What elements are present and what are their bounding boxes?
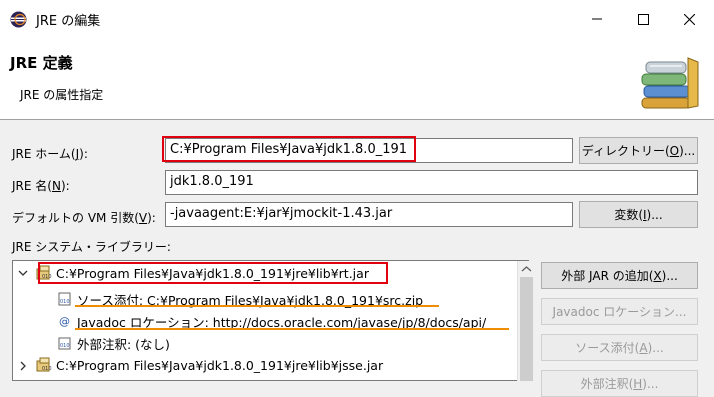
variables-button[interactable]: 変数(I)... bbox=[579, 201, 698, 228]
page-title: JRE 定義 bbox=[10, 54, 73, 72]
library-books-icon bbox=[641, 57, 699, 109]
svg-text:010: 010 bbox=[42, 274, 52, 280]
minimize-button[interactable] bbox=[574, 0, 620, 38]
vm-args-input[interactable]: -javaagent:E:¥jar¥jmockit-1.43.jar bbox=[165, 202, 573, 227]
jre-home-input[interactable]: C:¥Program Files¥Java¥jdk1.8.0_191 bbox=[165, 138, 573, 163]
libraries-label: JRE システム・ライブラリー: bbox=[12, 240, 171, 254]
minimize-icon bbox=[592, 18, 602, 20]
tree-item-source-attachment[interactable]: 010 ソース添付: C:¥Program Files¥Java¥jdk1.8.… bbox=[56, 288, 423, 310]
expand-toggle[interactable] bbox=[17, 360, 29, 372]
tree-item-rt-jar[interactable]: 010 C:¥Program Files¥Java¥jdk1.8.0_191¥j… bbox=[35, 262, 369, 284]
maximize-button[interactable] bbox=[620, 0, 666, 38]
scroll-up-icon bbox=[521, 266, 532, 272]
external-annotation-button[interactable]: 外部注釈(H)... bbox=[541, 370, 698, 397]
at-sign-icon: @ bbox=[56, 313, 74, 329]
window-title: JRE の編集 bbox=[36, 14, 101, 29]
tree-item-jsse-jar[interactable]: 010 C:¥Program Files¥Java¥jdk1.8.0_191¥j… bbox=[35, 354, 383, 376]
tree-scrollbar[interactable] bbox=[517, 261, 534, 381]
jar-icon: 010 bbox=[35, 265, 53, 281]
svg-text:010: 010 bbox=[42, 366, 52, 372]
library-tree[interactable]: 010 C:¥Program Files¥Java¥jdk1.8.0_191¥j… bbox=[12, 260, 529, 381]
jre-name-input[interactable]: jdk1.8.0_191 bbox=[165, 170, 698, 195]
title-bar: JRE の編集 bbox=[0, 0, 714, 38]
chevron-right-icon bbox=[20, 361, 26, 371]
annotation-icon: 010 bbox=[56, 335, 74, 351]
directory-button[interactable]: ディレクトリー(O)... bbox=[579, 137, 698, 164]
maximize-icon bbox=[637, 13, 649, 25]
tree-item-javadoc-location[interactable]: @ Javadoc ロケーション: http://docs.oracle.com… bbox=[56, 310, 486, 332]
jre-home-label: JRE ホーム(J): bbox=[12, 147, 88, 161]
jar-icon: 010 bbox=[35, 357, 53, 373]
source-attachment-button[interactable]: ソース添付(A)... bbox=[541, 334, 698, 361]
jre-name-label: JRE 名(N): bbox=[12, 179, 70, 193]
tree-item-external-annotation[interactable]: 010 外部注釈: (なし) bbox=[56, 332, 170, 354]
vm-args-label: デフォルトの VM 引数(V): bbox=[12, 211, 156, 225]
scrollbar-thumb[interactable] bbox=[520, 277, 533, 381]
chevron-down-icon bbox=[18, 270, 28, 276]
svg-text:@: @ bbox=[59, 315, 70, 328]
add-external-jar-button[interactable]: 外部 JAR の追加(X)... bbox=[541, 262, 698, 289]
close-button[interactable] bbox=[666, 0, 712, 38]
page-subtitle: JRE の属性指定 bbox=[20, 88, 104, 102]
collapse-toggle[interactable] bbox=[17, 267, 29, 279]
source-attachment-icon: 010 bbox=[56, 291, 74, 307]
svg-text:010: 010 bbox=[60, 299, 70, 305]
svg-text:010: 010 bbox=[60, 343, 70, 349]
close-icon bbox=[683, 13, 695, 25]
eclipse-icon bbox=[10, 11, 27, 28]
dialog-header: JRE 定義 JRE の属性指定 bbox=[0, 38, 714, 120]
javadoc-location-button[interactable]: Javadoc ロケーション... bbox=[541, 298, 698, 325]
